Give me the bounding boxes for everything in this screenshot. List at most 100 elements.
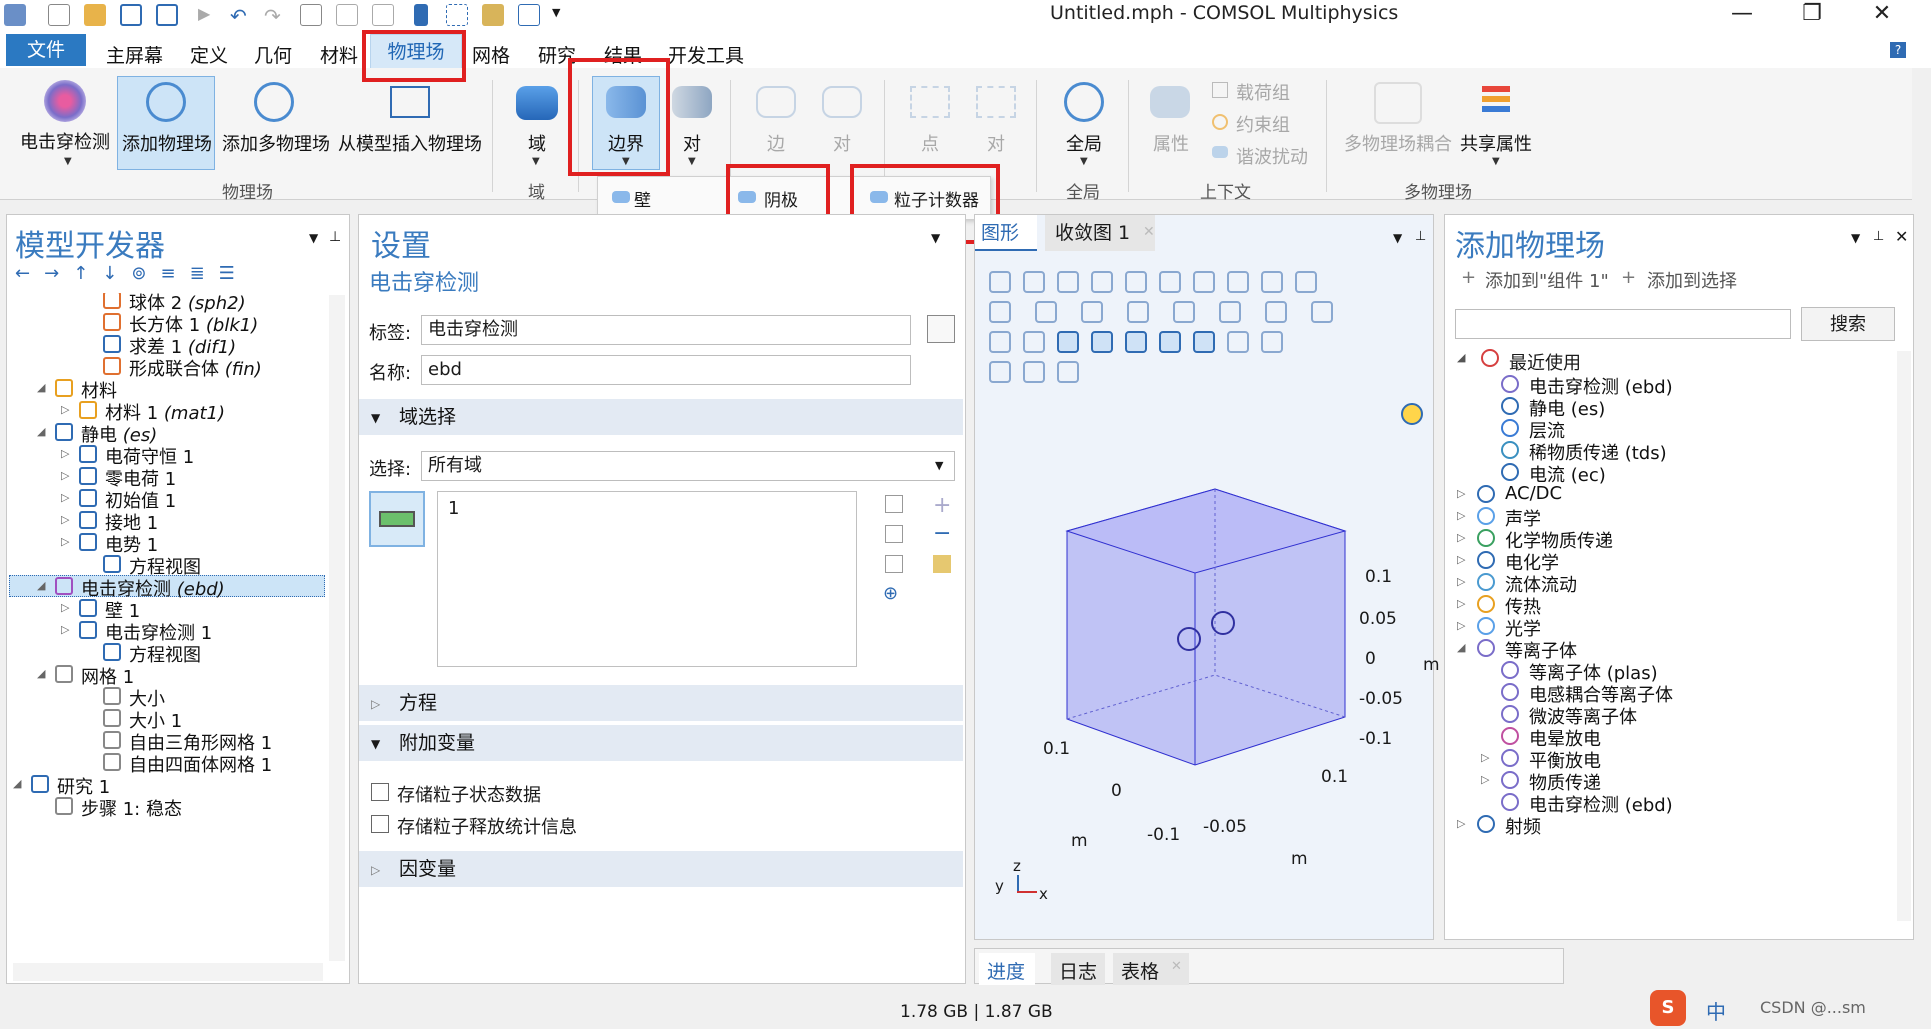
collapse-triangle-icon[interactable]: ◢ bbox=[1457, 351, 1465, 364]
tree-expander-icon[interactable]: ▷ bbox=[61, 535, 69, 548]
multiphysics-coupling-button[interactable]: 多物理场耦合 bbox=[1340, 130, 1456, 156]
chevron-down-icon[interactable]: ▼ bbox=[1080, 156, 1088, 167]
physics-list-item[interactable]: 射频 bbox=[1505, 813, 1541, 839]
edge-button[interactable]: 边 bbox=[756, 130, 796, 156]
scene-light-icon[interactable] bbox=[1295, 271, 1317, 293]
tree-expander-icon[interactable]: ◢ bbox=[13, 777, 21, 790]
selection-list[interactable]: 1 bbox=[437, 491, 857, 667]
selection-list-item[interactable]: 1 bbox=[448, 498, 459, 519]
store-release-stats-checkbox[interactable] bbox=[371, 815, 389, 833]
close-button[interactable]: ✕ bbox=[1852, 0, 1912, 32]
chevron-down-icon[interactable]: ▼ bbox=[688, 156, 696, 167]
axis-icon[interactable] bbox=[1159, 271, 1181, 293]
tree-expander-icon[interactable]: ▷ bbox=[1457, 597, 1465, 610]
back-icon[interactable]: ← bbox=[15, 263, 44, 284]
tree-expander-icon[interactable]: ▷ bbox=[61, 601, 69, 614]
search-input[interactable] bbox=[1455, 309, 1791, 339]
grid-icon[interactable] bbox=[1125, 271, 1147, 293]
section-domain-selection[interactable]: 域选择 bbox=[359, 399, 963, 435]
tab-progress[interactable]: 进度 bbox=[979, 953, 1035, 985]
section-extra-variables[interactable]: 附加变量 bbox=[359, 725, 963, 761]
add-icon[interactable]: + bbox=[933, 493, 951, 518]
add-to-component-button[interactable]: 添加到"组件 1" bbox=[1485, 267, 1609, 293]
tab-home[interactable]: 主屏幕 bbox=[106, 41, 163, 68]
up-icon[interactable]: ↑ bbox=[73, 263, 102, 284]
ime-mode[interactable]: 中 bbox=[1706, 996, 1726, 1025]
tree-expander-icon[interactable]: ▷ bbox=[1481, 751, 1489, 764]
name-field[interactable]: ebd bbox=[421, 355, 911, 385]
delete-icon[interactable] bbox=[414, 4, 428, 26]
minimize-button[interactable]: — bbox=[1712, 0, 1772, 32]
pin-icon[interactable]: ⊥ bbox=[1873, 229, 1884, 244]
tree-expander-icon[interactable]: ▷ bbox=[61, 491, 69, 504]
find-icon[interactable] bbox=[518, 4, 540, 26]
expand-triangle-icon[interactable]: ▷ bbox=[371, 863, 380, 877]
shared-properties-button[interactable]: 共享属性 bbox=[1458, 130, 1534, 156]
zoom-in-icon[interactable] bbox=[989, 271, 1011, 293]
clear-selection-icon[interactable] bbox=[885, 555, 903, 573]
ime-logo[interactable]: S bbox=[1650, 990, 1686, 1026]
physics-list-item[interactable]: AC/DC bbox=[1505, 483, 1562, 504]
tree-hscrollbar[interactable] bbox=[13, 963, 323, 981]
tree-expander-icon[interactable]: ▷ bbox=[61, 513, 69, 526]
edge-pair-button[interactable]: 对 bbox=[822, 130, 862, 156]
tree-node[interactable]: 步骤 1: 稳态 bbox=[81, 795, 182, 821]
view-xz-icon[interactable] bbox=[1261, 271, 1283, 293]
clip-icon[interactable] bbox=[1219, 301, 1241, 323]
select-box-icon[interactable] bbox=[933, 555, 951, 573]
panel-menu-icon[interactable]: ▼ bbox=[1851, 231, 1860, 245]
store-particle-state-checkbox[interactable] bbox=[371, 783, 389, 801]
tree-expander-icon[interactable]: ▷ bbox=[1481, 773, 1489, 786]
select-domain-icon[interactable] bbox=[1091, 331, 1113, 353]
clear-icon[interactable] bbox=[482, 4, 504, 26]
boundary-pair-button[interactable]: 对 bbox=[672, 130, 712, 156]
search-button[interactable]: 搜索 bbox=[1801, 307, 1895, 341]
active-toggle-button[interactable] bbox=[369, 491, 425, 547]
section-dependent-variables[interactable]: 因变量 bbox=[359, 851, 963, 887]
tree-expander-icon[interactable]: ◢ bbox=[1457, 641, 1465, 654]
add-to-selection-button[interactable]: 添加到选择 bbox=[1647, 267, 1737, 293]
new-file-icon[interactable] bbox=[48, 4, 70, 26]
tree-expander-icon[interactable]: ◢ bbox=[37, 579, 45, 592]
display-icon[interactable] bbox=[1057, 331, 1079, 353]
physics-scrollbar[interactable] bbox=[1897, 351, 1911, 921]
copy-selection-icon[interactable] bbox=[885, 525, 903, 543]
selection-dropdown[interactable]: 所有域 bbox=[421, 451, 955, 481]
save-as-icon[interactable] bbox=[156, 4, 178, 26]
tree-expander-icon[interactable]: ▷ bbox=[61, 623, 69, 636]
select-box-icon[interactable] bbox=[1173, 301, 1195, 323]
tab-definitions[interactable]: 定义 bbox=[190, 41, 228, 68]
redo-icon[interactable]: ↷ bbox=[264, 4, 286, 28]
tree-expander-icon[interactable]: ◢ bbox=[37, 667, 45, 680]
print-icon[interactable] bbox=[1057, 361, 1079, 383]
tree-node[interactable]: 电击穿检测 (ebd) bbox=[81, 575, 225, 601]
forward-icon[interactable]: → bbox=[44, 263, 73, 284]
tree-expander-icon[interactable]: ▷ bbox=[1457, 531, 1465, 544]
color-icon[interactable] bbox=[1261, 331, 1283, 353]
panel-menu-icon[interactable]: ▼ bbox=[1393, 231, 1402, 245]
tree-expander-icon[interactable]: ▷ bbox=[1457, 619, 1465, 632]
chevron-down-icon[interactable]: ▼ bbox=[532, 156, 540, 167]
tree-node[interactable]: 方程视图 bbox=[129, 641, 201, 667]
tree-expander-icon[interactable]: ◢ bbox=[37, 381, 45, 394]
maximize-button[interactable]: ❐ bbox=[1782, 0, 1842, 32]
close-tab-icon[interactable]: ✕ bbox=[1143, 224, 1155, 240]
tree-expander-icon[interactable]: ▷ bbox=[1457, 487, 1465, 500]
view-icon[interactable] bbox=[989, 331, 1011, 353]
tree-node[interactable]: 自由四面体网格 1 bbox=[129, 751, 272, 777]
point-pair-button[interactable]: 对 bbox=[976, 130, 1016, 156]
zoom-box-icon[interactable] bbox=[1057, 271, 1079, 293]
close-panel-icon[interactable]: ✕ bbox=[1895, 227, 1908, 246]
tab-geometry[interactable]: 几何 bbox=[254, 41, 292, 68]
clear-icon[interactable] bbox=[1227, 331, 1249, 353]
screenshot-icon[interactable] bbox=[1023, 361, 1045, 383]
paste-icon[interactable] bbox=[336, 4, 358, 26]
transparency-icon[interactable] bbox=[1023, 331, 1045, 353]
select-boundary-icon[interactable] bbox=[1125, 331, 1147, 353]
select-point-icon[interactable] bbox=[1193, 331, 1215, 353]
label-field[interactable]: 电击穿检测 bbox=[421, 315, 911, 345]
reset-icon[interactable] bbox=[1311, 301, 1333, 323]
chevron-down-icon[interactable]: ▼ bbox=[935, 459, 943, 472]
chevron-down-icon[interactable]: ▼ bbox=[1492, 156, 1500, 167]
chevron-down-icon[interactable]: ▼ bbox=[64, 156, 72, 167]
